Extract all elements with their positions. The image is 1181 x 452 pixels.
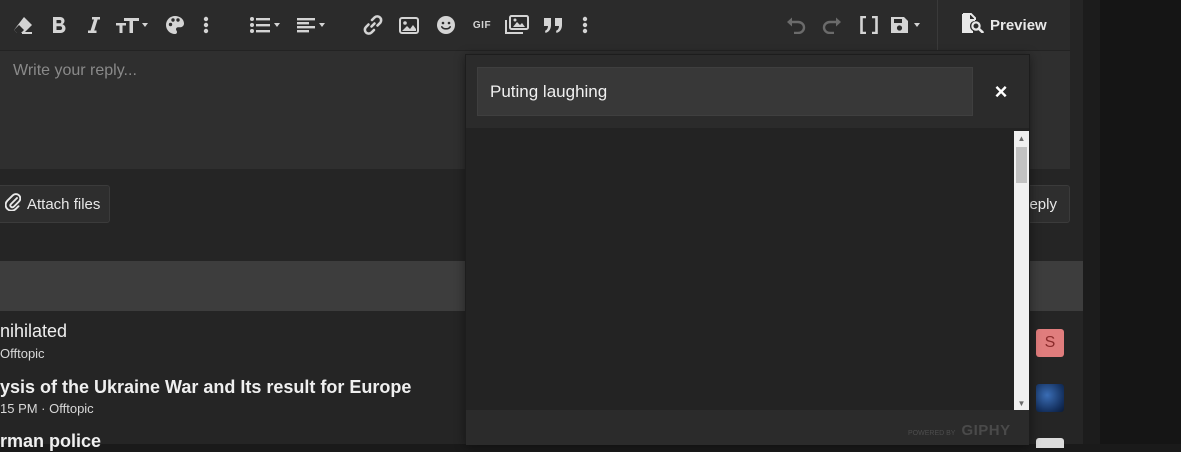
gif-search-bar: × bbox=[466, 55, 1029, 128]
align-icon[interactable] bbox=[296, 13, 330, 37]
gif-picker-popup: × ▲ ▼ POWERED BY GIPHY bbox=[465, 54, 1030, 445]
save-icon[interactable] bbox=[890, 13, 924, 37]
smiley-icon[interactable] bbox=[435, 13, 457, 37]
thread-meta[interactable]: 15 PM · Offtopic bbox=[0, 401, 94, 416]
scroll-up-icon[interactable]: ▲ bbox=[1014, 131, 1029, 145]
text-size-icon[interactable] bbox=[114, 13, 150, 37]
close-label: × bbox=[994, 79, 1008, 104]
quote-icon[interactable] bbox=[542, 13, 564, 37]
reply-placeholder: Write your reply... bbox=[13, 62, 137, 79]
toolbar-divider bbox=[937, 0, 938, 50]
more-vertical-icon[interactable] bbox=[200, 13, 212, 37]
page-gutter bbox=[1083, 0, 1100, 444]
eraser-icon[interactable] bbox=[12, 13, 34, 37]
preview-icon bbox=[962, 13, 984, 37]
avatar[interactable] bbox=[1036, 384, 1064, 412]
list-icon[interactable] bbox=[249, 13, 283, 37]
undo-icon[interactable] bbox=[785, 13, 807, 37]
gif-results-scrollbar[interactable]: ▲ ▼ bbox=[1014, 131, 1029, 410]
avatar-letter: S bbox=[1044, 334, 1056, 351]
thread-title[interactable]: nihilated bbox=[0, 321, 67, 342]
powered-by-label: POWERED BY bbox=[908, 430, 956, 437]
avatar[interactable] bbox=[1036, 438, 1064, 448]
thread-title[interactable]: rman police bbox=[0, 431, 101, 452]
preview-button[interactable]: Preview bbox=[952, 8, 1057, 42]
brackets-icon[interactable] bbox=[859, 13, 879, 37]
redo-icon[interactable] bbox=[821, 13, 843, 37]
scroll-down-icon[interactable]: ▼ bbox=[1014, 396, 1029, 410]
gif-picker-footer: POWERED BY GIPHY bbox=[466, 410, 1029, 445]
giphy-logo: GIPHY bbox=[961, 422, 1011, 439]
attach-files-button[interactable]: Attach files bbox=[0, 185, 110, 223]
media-icon[interactable] bbox=[505, 13, 529, 37]
image-icon[interactable] bbox=[398, 13, 420, 37]
giphy-attribution: POWERED BY GIPHY bbox=[908, 422, 1011, 439]
gif-icon[interactable]: GIF bbox=[470, 13, 494, 37]
avatar[interactable]: S bbox=[1036, 329, 1064, 357]
gif-search-input[interactable] bbox=[477, 67, 973, 116]
paperclip-icon bbox=[4, 193, 22, 215]
scrollbar-thumb[interactable] bbox=[1016, 147, 1027, 183]
attach-files-label: Attach files bbox=[27, 195, 101, 213]
post-reply-label: eply bbox=[1029, 195, 1057, 213]
bold-icon[interactable] bbox=[49, 13, 69, 37]
palette-icon[interactable] bbox=[164, 13, 186, 37]
gif-icon-label: GIF bbox=[472, 19, 492, 31]
italic-icon[interactable] bbox=[85, 13, 103, 37]
gif-results-area[interactable] bbox=[466, 128, 1015, 410]
close-icon[interactable]: × bbox=[988, 79, 1014, 105]
preview-label: Preview bbox=[990, 16, 1047, 34]
more-vertical-icon[interactable] bbox=[579, 13, 591, 37]
link-icon[interactable] bbox=[362, 13, 384, 37]
thread-meta[interactable]: Offtopic bbox=[0, 346, 45, 361]
thread-title[interactable]: ysis of the Ukraine War and Its result f… bbox=[0, 377, 411, 398]
editor-toolbar: GIF Preview bbox=[0, 0, 1070, 51]
page-margin bbox=[1100, 0, 1181, 444]
